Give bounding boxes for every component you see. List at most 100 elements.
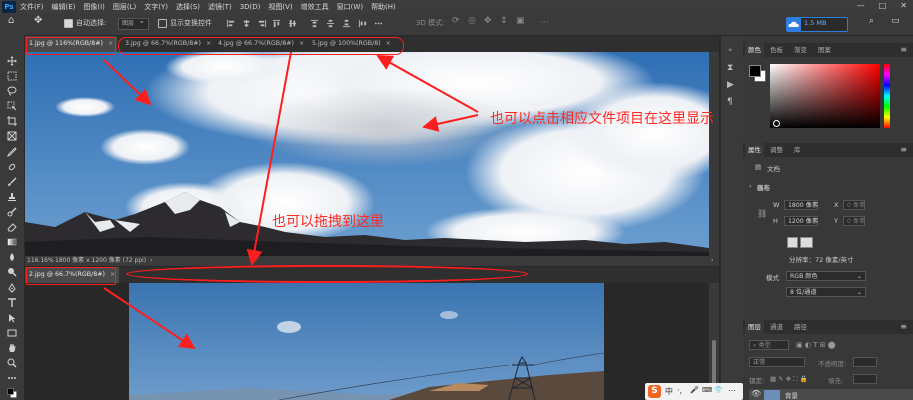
fg-bg-swatch-icon[interactable]: [749, 65, 766, 82]
document-size-info[interactable]: 1800 像素 x 1200 像素 (72 ppi): [55, 256, 146, 266]
hand-tool-icon[interactable]: [5, 342, 19, 354]
canvas-image-pylon[interactable]: [129, 283, 604, 400]
history-brush-tool-icon[interactable]: [5, 206, 19, 218]
minimize-icon[interactable]: —: [857, 1, 865, 10]
panel-menu-icon[interactable]: ≡: [900, 322, 907, 331]
close-icon[interactable]: ✕: [900, 1, 907, 10]
tab-paths[interactable]: 路径: [791, 320, 810, 334]
ime-toolbar[interactable]: S 中 ·, 🎤 ⌨ 👕 ⋯: [645, 383, 743, 400]
path-select-tool-icon[interactable]: [5, 312, 19, 324]
color-picker-cursor-icon[interactable]: [773, 120, 780, 127]
align-left-icon[interactable]: [226, 19, 235, 28]
menu-type[interactable]: 文字(Y): [144, 2, 168, 12]
clone-stamp-tool-icon[interactable]: [5, 191, 19, 203]
lasso-tool-icon[interactable]: [5, 85, 19, 97]
healing-brush-tool-icon[interactable]: [5, 161, 19, 173]
eyedropper-tool-icon[interactable]: [5, 146, 19, 158]
eye-icon[interactable]: 👁: [751, 389, 761, 398]
lock-icons[interactable]: ▦ ✎ ✥ ⛶ 🔒: [770, 375, 808, 384]
gradient-tool-icon[interactable]: [5, 236, 19, 248]
crop-tool-icon[interactable]: [5, 115, 19, 127]
more-tools-icon[interactable]: [5, 372, 19, 384]
align-center-icon[interactable]: [242, 19, 251, 28]
menu-layer[interactable]: 图层(L): [113, 2, 136, 12]
distribute-left-icon[interactable]: [358, 19, 367, 28]
home-icon[interactable]: ⌂: [8, 15, 14, 26]
3d-pan-icon[interactable]: ✥: [484, 16, 492, 26]
type-tool-icon[interactable]: [5, 297, 19, 309]
menu-filter[interactable]: 滤镜(T): [208, 2, 232, 12]
opacity-field[interactable]: [853, 357, 877, 367]
tab-layers[interactable]: 图层: [745, 320, 764, 334]
3d-orbit-icon[interactable]: ⟳: [452, 16, 460, 26]
brush-tool-icon[interactable]: [5, 176, 19, 188]
menu-image[interactable]: 图像(I): [83, 2, 105, 12]
blur-tool-icon[interactable]: [5, 251, 19, 263]
y-field[interactable]: 0 像素: [843, 216, 865, 226]
link-dimensions-icon[interactable]: ⛓: [757, 209, 767, 218]
history-panel-icon[interactable]: ⧗: [727, 63, 733, 73]
workspace-icon[interactable]: ▭: [891, 16, 900, 26]
more-options-icon[interactable]: [374, 19, 383, 28]
skin-icon[interactable]: 👕: [714, 386, 723, 394]
align-top-icon[interactable]: [272, 19, 281, 28]
tab-properties[interactable]: 属性: [745, 143, 764, 157]
move-tool-icon[interactable]: ✥: [34, 15, 42, 26]
height-field[interactable]: 1200 像素: [784, 216, 818, 226]
more-icon[interactable]: ⋯: [728, 386, 736, 395]
ime-punctuation-toggle[interactable]: ·,: [677, 386, 682, 395]
bit-depth-dropdown[interactable]: 8 位/通道 ⌄: [786, 287, 866, 297]
search-icon[interactable]: ⌕: [869, 16, 874, 26]
zoom-tool-icon[interactable]: [5, 357, 19, 369]
expand-panels-icon[interactable]: «: [728, 46, 732, 54]
tab-color[interactable]: 颜色: [745, 43, 764, 57]
more-icon[interactable]: ···: [541, 18, 549, 27]
show-transform-checkbox[interactable]: 显示变换控件: [158, 18, 212, 28]
rectangle-tool-icon[interactable]: [5, 327, 19, 339]
menu-edit[interactable]: 编辑(E): [52, 2, 76, 12]
collapse-arrow-icon[interactable]: ›: [749, 182, 752, 190]
tab-patterns[interactable]: 图案: [815, 43, 834, 57]
distribute-middle-icon[interactable]: [326, 19, 335, 28]
menu-plugins[interactable]: 增效工具: [301, 2, 329, 12]
marquee-tool-icon[interactable]: [5, 70, 19, 82]
actions-panel-icon[interactable]: ▶: [727, 80, 734, 90]
pen-tool-icon[interactable]: [5, 282, 19, 294]
layer-filter-dropdown[interactable]: ⌕ 类型: [749, 340, 789, 350]
color-picker-field[interactable]: [770, 64, 880, 128]
cloud-documents-button[interactable]: 1.5 MB: [786, 17, 848, 32]
fill-field[interactable]: [853, 374, 877, 384]
maximize-icon[interactable]: □: [879, 1, 887, 10]
eraser-tool-icon[interactable]: [5, 221, 19, 233]
microphone-icon[interactable]: 🎤: [690, 386, 699, 394]
tab-adjustments[interactable]: 调整: [767, 143, 786, 157]
status-arrow-icon[interactable]: ›: [150, 256, 152, 266]
dodge-tool-icon[interactable]: [5, 266, 19, 278]
menu-window[interactable]: 窗口(W): [337, 2, 363, 12]
portrait-orientation-icon[interactable]: [787, 237, 798, 248]
foreground-background-color-icon[interactable]: [5, 387, 19, 399]
align-middle-icon[interactable]: [288, 19, 297, 28]
move-tool-icon[interactable]: [5, 55, 19, 67]
distribute-bottom-icon[interactable]: [342, 19, 351, 28]
panel-menu-icon[interactable]: ≡: [900, 45, 907, 54]
layer-row-background[interactable]: 👁 背景: [749, 389, 913, 400]
landscape-orientation-icon[interactable]: [800, 237, 813, 248]
blend-mode-dropdown[interactable]: 正常: [749, 357, 805, 367]
object-select-tool-icon[interactable]: [5, 100, 19, 112]
menu-3d[interactable]: 3D(D): [240, 3, 261, 11]
color-mode-dropdown[interactable]: RGB 颜色 ⌄: [786, 271, 866, 281]
tab-channels[interactable]: 通道: [767, 320, 786, 334]
menu-help[interactable]: 帮助(H): [371, 2, 396, 12]
x-field[interactable]: 0 像素: [843, 200, 865, 210]
paragraph-panel-icon[interactable]: ¶: [727, 97, 733, 107]
menu-view[interactable]: 视图(V): [268, 2, 292, 12]
menu-file[interactable]: 文件(F): [20, 2, 44, 12]
3d-roll-icon[interactable]: ◎: [468, 16, 476, 26]
tab-libraries[interactable]: 库: [791, 143, 804, 157]
frame-tool-icon[interactable]: [5, 130, 19, 142]
auto-select-dropdown[interactable]: 图层: [118, 16, 150, 30]
distribute-top-icon[interactable]: [310, 19, 319, 28]
scroll-right-icon[interactable]: ›: [711, 256, 713, 266]
width-field[interactable]: 1800 像素: [784, 200, 818, 210]
